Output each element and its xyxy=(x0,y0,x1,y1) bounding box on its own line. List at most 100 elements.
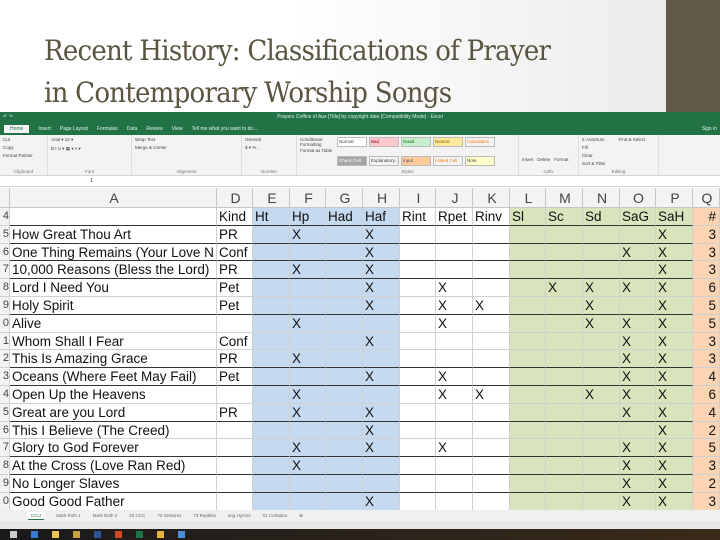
count-cell[interactable]: 5 xyxy=(693,296,720,315)
mark-cell[interactable] xyxy=(546,314,583,333)
mark-cell[interactable]: Sl xyxy=(510,208,546,226)
mark-cell[interactable]: X xyxy=(656,403,693,422)
song-cell[interactable]: Oceans (Where Feet May Fail) xyxy=(10,368,217,386)
row-number[interactable]: 6 xyxy=(0,243,10,262)
start-icon[interactable] xyxy=(10,531,17,538)
column-header-k[interactable]: K xyxy=(473,188,510,208)
count-cell[interactable]: 2 xyxy=(693,474,720,493)
mark-cell[interactable] xyxy=(436,403,473,422)
mark-cell[interactable]: X xyxy=(656,492,693,511)
mark-cell[interactable]: X xyxy=(583,385,620,404)
column-header-n[interactable]: N xyxy=(583,188,620,208)
column-header-e[interactable]: E xyxy=(253,188,290,208)
mark-cell[interactable]: X xyxy=(656,332,693,351)
mark-cell[interactable] xyxy=(363,314,400,333)
mark-cell[interactable] xyxy=(510,279,546,297)
song-cell[interactable]: Holy Spirit xyxy=(10,296,217,315)
sheet-tab[interactable]: Mark Roth 2 xyxy=(93,513,118,518)
song-cell[interactable] xyxy=(10,208,217,226)
edge-icon[interactable] xyxy=(31,531,38,538)
mark-cell[interactable]: X xyxy=(620,243,656,262)
song-cell[interactable]: One Thing Remains (Your Love N xyxy=(10,243,217,262)
mark-cell[interactable]: X xyxy=(656,296,693,315)
column-header-f[interactable]: F xyxy=(290,188,326,208)
mark-cell[interactable] xyxy=(290,279,326,297)
song-cell[interactable]: Great are you Lord xyxy=(10,403,217,422)
mark-cell[interactable] xyxy=(400,261,436,280)
kind-cell[interactable] xyxy=(217,385,253,404)
mark-cell[interactable] xyxy=(436,421,473,440)
style-check-cell[interactable]: Check Cell xyxy=(337,156,367,166)
mark-cell[interactable]: X xyxy=(583,279,620,297)
mark-cell[interactable] xyxy=(400,368,436,386)
mark-cell[interactable] xyxy=(546,350,583,369)
mark-cell[interactable]: X xyxy=(436,314,473,333)
mark-cell[interactable] xyxy=(510,474,546,493)
row-number[interactable]: 4 xyxy=(0,208,10,226)
mark-cell[interactable] xyxy=(326,403,363,422)
explorer-icon[interactable] xyxy=(52,531,59,538)
mark-cell[interactable] xyxy=(253,296,290,315)
count-cell[interactable]: 4 xyxy=(693,368,720,386)
mark-cell[interactable] xyxy=(326,296,363,315)
mark-cell[interactable] xyxy=(290,368,326,386)
sign-in-link[interactable]: Sign in xyxy=(702,126,720,132)
mark-cell[interactable]: X xyxy=(436,439,473,458)
font-name-select[interactable]: Arial ▾ 10 ▾ xyxy=(51,137,128,143)
format-painter-button[interactable]: Format Painter xyxy=(3,153,44,158)
mark-cell[interactable]: X xyxy=(290,225,326,244)
song-cell[interactable]: Lord I Need You xyxy=(10,279,217,297)
mark-cell[interactable] xyxy=(363,457,400,475)
mark-cell[interactable] xyxy=(583,474,620,493)
mark-cell[interactable] xyxy=(583,225,620,244)
row-number[interactable]: 0 xyxy=(0,492,10,511)
kind-cell[interactable] xyxy=(217,421,253,440)
mark-cell[interactable]: X xyxy=(473,385,510,404)
mark-cell[interactable] xyxy=(546,225,583,244)
mark-cell[interactable] xyxy=(546,261,583,280)
mark-cell[interactable] xyxy=(510,492,546,511)
mark-cell[interactable] xyxy=(583,421,620,440)
mark-cell[interactable] xyxy=(546,243,583,262)
mark-cell[interactable]: Sd xyxy=(583,208,620,226)
kind-cell[interactable]: Pet xyxy=(217,279,253,297)
mark-cell[interactable] xyxy=(583,368,620,386)
row-number[interactable]: 8 xyxy=(0,279,10,297)
mark-cell[interactable]: X xyxy=(656,314,693,333)
mark-cell[interactable] xyxy=(510,403,546,422)
mark-cell[interactable]: X xyxy=(436,385,473,404)
mark-cell[interactable] xyxy=(363,385,400,404)
song-cell[interactable]: No Longer Slaves xyxy=(10,474,217,493)
mark-cell[interactable] xyxy=(290,296,326,315)
mark-cell[interactable]: X xyxy=(363,225,400,244)
mark-cell[interactable] xyxy=(400,457,436,475)
song-cell[interactable]: How Great Thou Art xyxy=(10,225,217,244)
mark-cell[interactable]: X xyxy=(583,296,620,315)
row-number[interactable]: 5 xyxy=(0,403,10,422)
mark-cell[interactable]: X xyxy=(620,474,656,493)
mark-cell[interactable] xyxy=(436,225,473,244)
mark-cell[interactable] xyxy=(326,332,363,351)
mark-cell[interactable] xyxy=(510,385,546,404)
mark-cell[interactable] xyxy=(253,225,290,244)
mark-cell[interactable]: X xyxy=(363,403,400,422)
kind-cell[interactable]: PR xyxy=(217,225,253,244)
mark-cell[interactable]: X xyxy=(363,261,400,280)
mark-cell[interactable]: X xyxy=(656,350,693,369)
kind-cell[interactable]: Conf xyxy=(217,332,253,351)
mark-cell[interactable] xyxy=(510,368,546,386)
mark-cell[interactable] xyxy=(473,261,510,280)
mark-cell[interactable]: Rinv xyxy=(473,208,510,226)
sheet-tab[interactable]: 72 Ventures xyxy=(157,513,181,518)
mark-cell[interactable]: X xyxy=(363,492,400,511)
song-cell[interactable]: Whom Shall I Fear xyxy=(10,332,217,351)
mark-cell[interactable] xyxy=(326,350,363,369)
mark-cell[interactable]: X xyxy=(363,332,400,351)
word-icon[interactable] xyxy=(94,531,101,538)
find-select-button[interactable]: Find & Select xyxy=(619,137,656,142)
kind-cell[interactable]: Kind xyxy=(217,208,253,226)
mark-cell[interactable]: X xyxy=(436,296,473,315)
row-number[interactable]: 7 xyxy=(0,261,10,280)
mark-cell[interactable] xyxy=(583,403,620,422)
row-number[interactable]: 9 xyxy=(0,296,10,315)
